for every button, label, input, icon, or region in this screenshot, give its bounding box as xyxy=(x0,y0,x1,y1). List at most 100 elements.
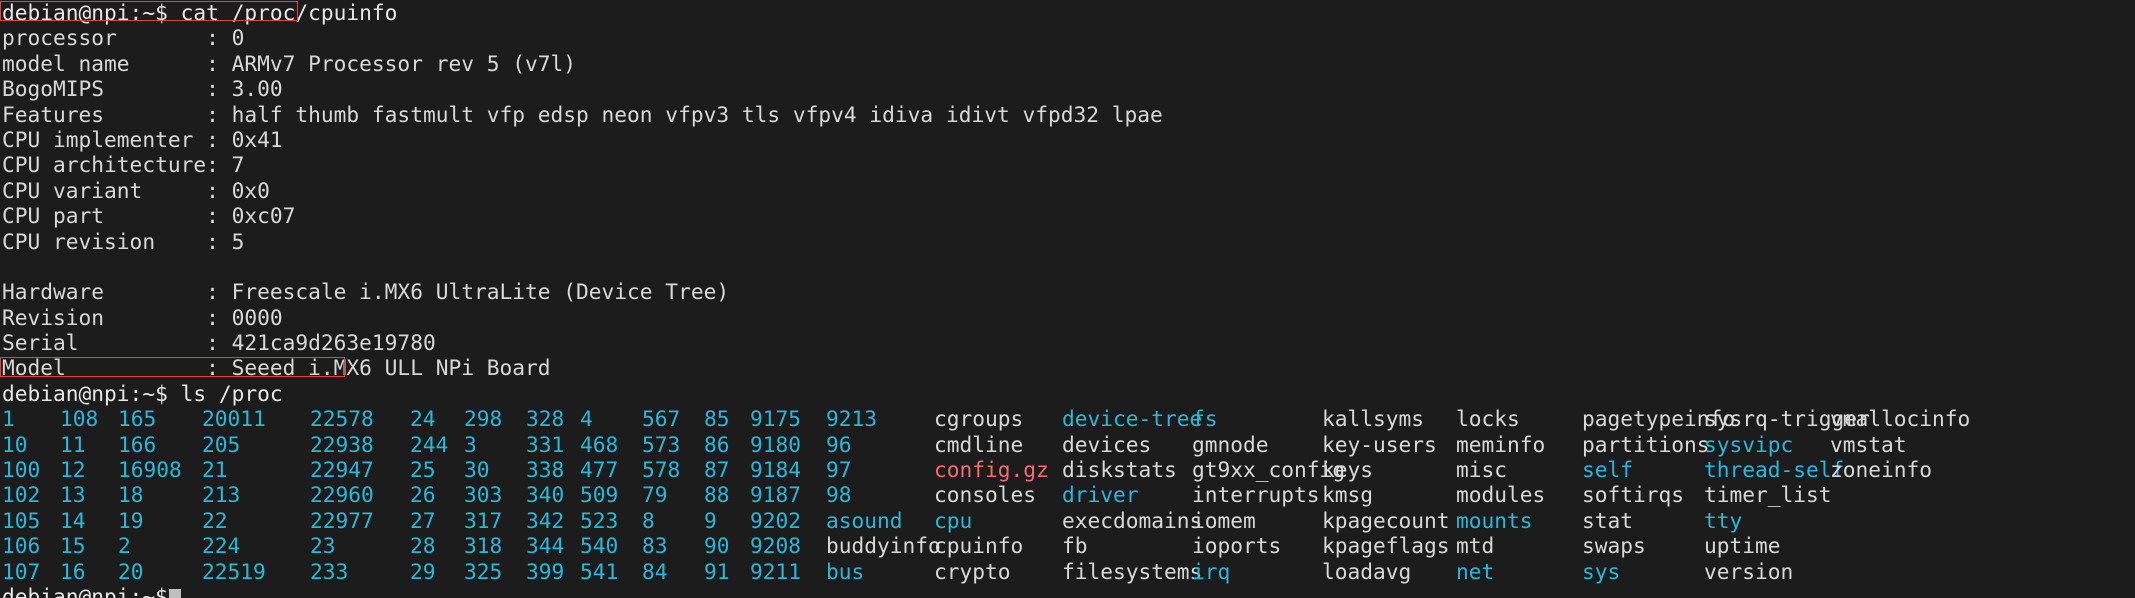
proc-entry: 9211 xyxy=(750,558,802,584)
proc-entry: thread-self xyxy=(1704,457,1845,483)
proc-entry: kallsyms xyxy=(1322,406,1425,432)
proc-entry: tty xyxy=(1704,507,1743,533)
proc-entry: 325 xyxy=(464,558,503,584)
proc-entry: 328 xyxy=(526,406,565,432)
proc-entry: 18 xyxy=(118,482,144,508)
proc-entry: 20011 xyxy=(202,406,266,432)
proc-entry: stat xyxy=(1582,507,1634,533)
proc-entry: 9213 xyxy=(826,406,878,432)
proc-entry: fs xyxy=(1192,406,1218,432)
proc-entry: 9187 xyxy=(750,482,802,508)
proc-entry: 166 xyxy=(118,431,157,457)
proc-entry: 26 xyxy=(410,482,436,508)
proc-entry: 165 xyxy=(118,406,157,432)
proc-entry: cgroups xyxy=(934,406,1024,432)
proc-entry: sysvipc xyxy=(1704,431,1794,457)
cursor-block xyxy=(168,588,181,598)
proc-entry: 108 xyxy=(60,406,99,432)
proc-entry: uptime xyxy=(1704,533,1781,559)
proc-entry: 28 xyxy=(410,533,436,559)
proc-entry: mtd xyxy=(1456,533,1495,559)
proc-entry: execdomains xyxy=(1062,507,1203,533)
proc-entry: 3 xyxy=(464,431,477,457)
cpuinfo-output: processor : 0 model name : ARMv7 Process… xyxy=(0,25,2135,380)
proc-entry: crypto xyxy=(934,558,1011,584)
proc-entry: 317 xyxy=(464,507,503,533)
proc-entry: iomem xyxy=(1192,507,1256,533)
proc-entry: softirqs xyxy=(1582,482,1685,508)
proc-entry: key-users xyxy=(1322,431,1437,457)
proc-entry: net xyxy=(1456,558,1495,584)
proc-entry: 477 xyxy=(580,457,619,483)
proc-entry: 573 xyxy=(642,431,681,457)
proc-entry: 83 xyxy=(642,533,668,559)
proc-entry: 22938 xyxy=(310,431,374,457)
proc-entry: cpu xyxy=(934,507,973,533)
terminal-window[interactable]: debian@npi:~$ cat /proc/cpuinfo processo… xyxy=(0,0,2135,598)
proc-entry: kpagecount xyxy=(1322,507,1450,533)
proc-entry: vmallocinfo xyxy=(1830,406,1971,432)
cpuinfo-line: model name : ARMv7 Processor rev 5 (v7l) xyxy=(2,50,577,76)
proc-entry: self xyxy=(1582,457,1634,483)
proc-entry: 4 xyxy=(580,406,593,432)
proc-entry: filesystems xyxy=(1062,558,1203,584)
proc-entry: 399 xyxy=(526,558,565,584)
proc-entry: 13 xyxy=(60,482,86,508)
proc-entry: 98 xyxy=(826,482,852,508)
proc-entry: buddyinfo xyxy=(826,533,941,559)
proc-entry: 19 xyxy=(118,507,144,533)
proc-entry: 24 xyxy=(410,406,436,432)
proc-entry: 106 xyxy=(2,533,41,559)
proc-entry: 100 xyxy=(2,457,41,483)
proc-entry: 331 xyxy=(526,431,565,457)
proc-entry: locks xyxy=(1456,406,1520,432)
proc-entry: 86 xyxy=(704,431,730,457)
cpuinfo-line: CPU part : 0xc07 xyxy=(2,203,296,229)
cpuinfo-line: BogoMIPS : 3.00 xyxy=(2,76,283,102)
proc-entry: 97 xyxy=(826,457,852,483)
proc-entry: 22947 xyxy=(310,457,374,483)
proc-entry: 567 xyxy=(642,406,681,432)
proc-entry: kmsg xyxy=(1322,482,1374,508)
proc-entry: 9180 xyxy=(750,431,802,457)
proc-entry-empty xyxy=(1830,508,1948,533)
proc-entry: sys xyxy=(1582,558,1621,584)
proc-entry: 84 xyxy=(642,558,668,584)
proc-entry: diskstats xyxy=(1062,457,1177,483)
proc-entry: gt9xx_config xyxy=(1192,457,1346,483)
proc-entry: cmdline xyxy=(934,431,1024,457)
cpuinfo-line: processor : 0 xyxy=(2,25,245,51)
proc-entry: 523 xyxy=(580,507,619,533)
command-line-ls: debian@npi:~$ ls /proc xyxy=(2,380,283,406)
proc-entry: 244 xyxy=(410,431,449,457)
proc-entry: 22977 xyxy=(310,507,374,533)
proc-entry: sysrq-trigger xyxy=(1704,406,1870,432)
cpuinfo-line: Serial : 421ca9d263e19780 xyxy=(2,330,436,356)
proc-entry: 298 xyxy=(464,406,503,432)
proc-entry: 468 xyxy=(580,431,619,457)
proc-entry: modules xyxy=(1456,482,1546,508)
proc-entry: 9 xyxy=(704,507,717,533)
proc-entry: 22 xyxy=(202,507,228,533)
proc-entry: 91 xyxy=(704,558,730,584)
proc-entry: 342 xyxy=(526,507,565,533)
cpuinfo-line: Revision : 0000 xyxy=(2,304,283,330)
proc-entry: 9184 xyxy=(750,457,802,483)
proc-entry: 541 xyxy=(580,558,619,584)
proc-entry: zoneinfo xyxy=(1830,457,1933,483)
proc-entry: gmnode xyxy=(1192,431,1269,457)
proc-entry: 21 xyxy=(202,457,228,483)
proc-entry: 22519 xyxy=(202,558,266,584)
cpuinfo-line: CPU implementer : 0x41 xyxy=(2,126,283,152)
proc-entry: 107 xyxy=(2,558,41,584)
proc-entry-empty xyxy=(1830,533,1948,558)
proc-entry: 105 xyxy=(2,507,41,533)
proc-entry: 25 xyxy=(410,457,436,483)
proc-entry: 102 xyxy=(2,482,41,508)
proc-entry: 9208 xyxy=(750,533,802,559)
proc-entry: 11 xyxy=(60,431,86,457)
cpuinfo-line: Hardware : Freescale i.MX6 UltraLite (De… xyxy=(2,279,730,305)
cpuinfo-line: CPU architecture: 7 xyxy=(2,152,245,178)
proc-entry: 1 xyxy=(2,406,15,432)
proc-entry: 22960 xyxy=(310,482,374,508)
